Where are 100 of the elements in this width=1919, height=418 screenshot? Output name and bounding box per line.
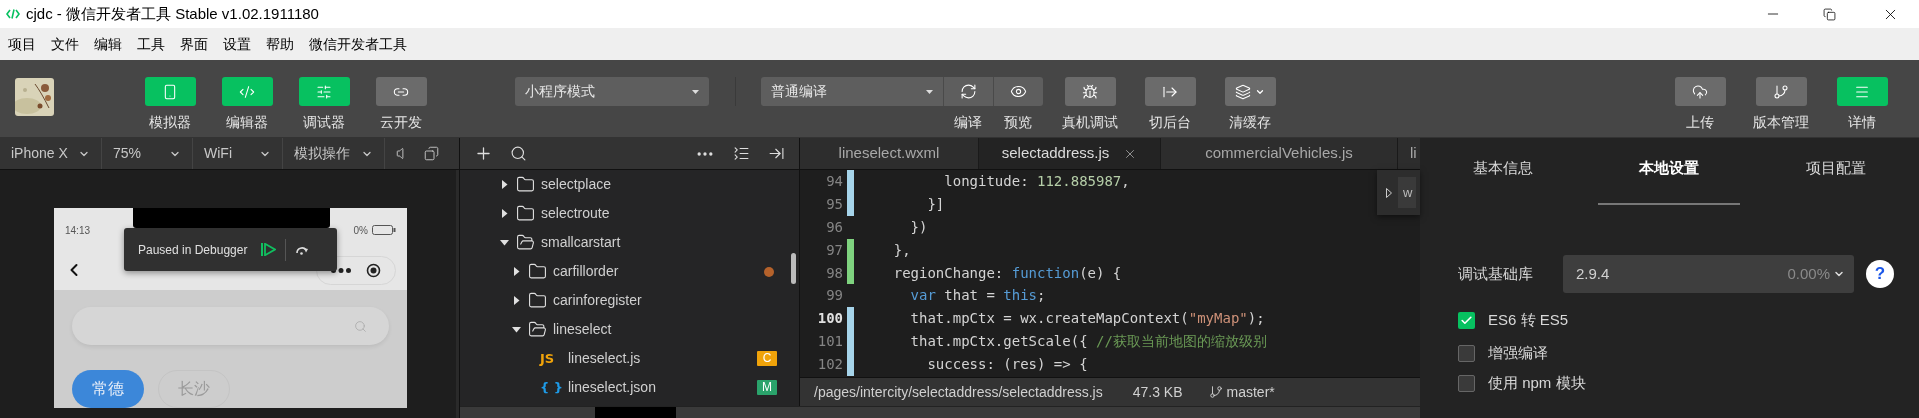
window-title: cjdc - 微信开发者工具 Stable v1.02.1911180 [26,3,319,24]
compile-mode-select[interactable]: 普通编译 [761,77,943,106]
file-path: /pages/intercity/selectaddress/selectaddress.js [814,382,1103,402]
step-over-icon[interactable] [295,244,310,255]
git-status-badge: C [757,351,777,366]
tree-item[interactable]: JS lineselect.js C [460,344,799,373]
editor-tab[interactable]: selectaddress.js [979,138,1161,169]
folder-icon [516,175,535,194]
simulator-select[interactable]: 模拟操作 [283,138,385,169]
button-label: 清缓存 [1229,113,1271,132]
toolbar-button[interactable] [144,77,196,106]
tree-item[interactable]: lineselect [460,315,799,344]
toolbar-button[interactable] [943,77,993,106]
menu-item[interactable]: 工具 [137,33,165,55]
collapsed-caret-icon[interactable] [512,267,521,276]
tree-item[interactable]: selectroute [460,199,799,228]
toolbar-button[interactable] [1144,77,1196,106]
battery-icon [372,225,396,235]
details-tab[interactable]: 项目配置 [1764,138,1907,205]
expand-caret-icon[interactable] [1386,187,1392,198]
tree-item[interactable]: carinforegister [460,286,799,315]
toolbar-button[interactable] [1674,77,1726,106]
expanded-caret-icon[interactable] [500,238,509,247]
option-label: 增强编译 [1488,342,1548,363]
app-logo-icon [6,8,20,20]
menu-item[interactable]: 帮助 [266,33,294,55]
code-line: }] [926,194,945,214]
search-field[interactable] [72,307,389,345]
collapsed-caret-icon[interactable] [500,180,509,189]
scrollbar-thumb[interactable] [791,253,796,284]
file-type-icon: { } [540,377,562,398]
tree-item[interactable]: smallcarstart [460,228,799,257]
refresh-icon [960,83,977,100]
tree-item[interactable]: selectplace [460,170,799,199]
menu-item[interactable]: 界面 [180,33,208,55]
simulator-select[interactable]: WiFi [193,138,283,169]
button-label: 模拟器 [149,113,191,132]
tree-label: lineselect [553,320,613,339]
menu-item[interactable]: 文件 [51,33,79,55]
expanded-caret-icon[interactable] [512,325,521,334]
line-number: 96 [825,217,843,237]
checkbox[interactable] [1458,344,1475,362]
menu-item[interactable]: 设置 [223,33,251,55]
menu-item[interactable]: 微信开发者工具 [309,33,407,55]
toolbar-button[interactable] [1064,77,1116,106]
toolbar-button[interactable] [298,77,350,106]
code-line: that.mpCtx.getScale({ //获取当前地图的缩放级别 [909,332,1267,352]
folder-icon [528,291,547,310]
details-tab[interactable]: 本地设置 [1598,138,1741,205]
button-label: 调试器 [303,113,345,132]
code-line: }, [892,240,911,260]
code-line: regionChange: function(e) { [892,263,1122,283]
simulator-select[interactable]: 75% [102,138,193,169]
line-number: 102 [816,355,843,375]
simulator-select[interactable]: iPhone X [0,138,102,169]
file-type-icon: JS [540,348,562,369]
branch-icon [1773,83,1789,100]
collapse-icon[interactable] [733,145,750,162]
button-label: 详情 [1848,113,1876,132]
button-label: 云开发 [380,113,422,132]
toolbar-button[interactable] [1836,77,1888,106]
code-line: longitude: 112.885987, [943,171,1130,191]
help-button[interactable]: ? [1866,260,1894,288]
toolbar-button[interactable] [993,77,1043,106]
tree-item[interactable]: carfillorder [460,257,799,286]
toolbar-button[interactable] [221,77,273,106]
tree-item[interactable]: { } lineselect.json M [460,373,799,402]
add-icon[interactable] [474,144,493,163]
sidebar-collapse-icon[interactable] [768,145,785,162]
folder-icon [528,320,547,339]
peek-label: w [1398,177,1417,208]
tree-label: carfillorder [553,262,620,281]
toolbar-button[interactable] [375,77,427,106]
mode-select[interactable]: 小程序模式 [515,77,709,106]
checkbox[interactable] [1458,374,1475,392]
upload-icon [1692,83,1708,100]
code-line: that.mpCtx = wx.createMapContext("myMap"); [909,309,1265,329]
restore-icon[interactable] [1823,7,1836,21]
tree-label: selectplace [541,175,613,194]
toolbar-button[interactable] [1224,77,1276,106]
toolbar-button[interactable] [1755,77,1807,106]
resume-icon[interactable] [261,243,277,256]
menu-item[interactable]: 编辑 [94,33,122,55]
folder-icon [528,262,547,281]
menu-item[interactable]: 项目 [8,33,36,55]
collapsed-caret-icon[interactable] [512,296,521,305]
sliders-icon [316,83,332,100]
button-label: 编译 [954,113,982,132]
collapsed-caret-icon[interactable] [500,209,509,218]
search-icon[interactable] [510,145,527,162]
button-label: 编辑器 [226,113,268,132]
checkbox[interactable] [1458,312,1475,329]
popover-text: Paused in Debugger [138,241,248,259]
battery-percent: 0% [353,223,368,238]
window-icon[interactable] [424,146,439,161]
layers-icon [1235,83,1251,100]
code-line: var that = this; [909,286,1046,306]
details-tab[interactable]: 基本信息 [1432,138,1575,205]
search-icon [354,319,367,333]
base-library-select[interactable]: 2.9.4 0.00% [1563,255,1854,293]
